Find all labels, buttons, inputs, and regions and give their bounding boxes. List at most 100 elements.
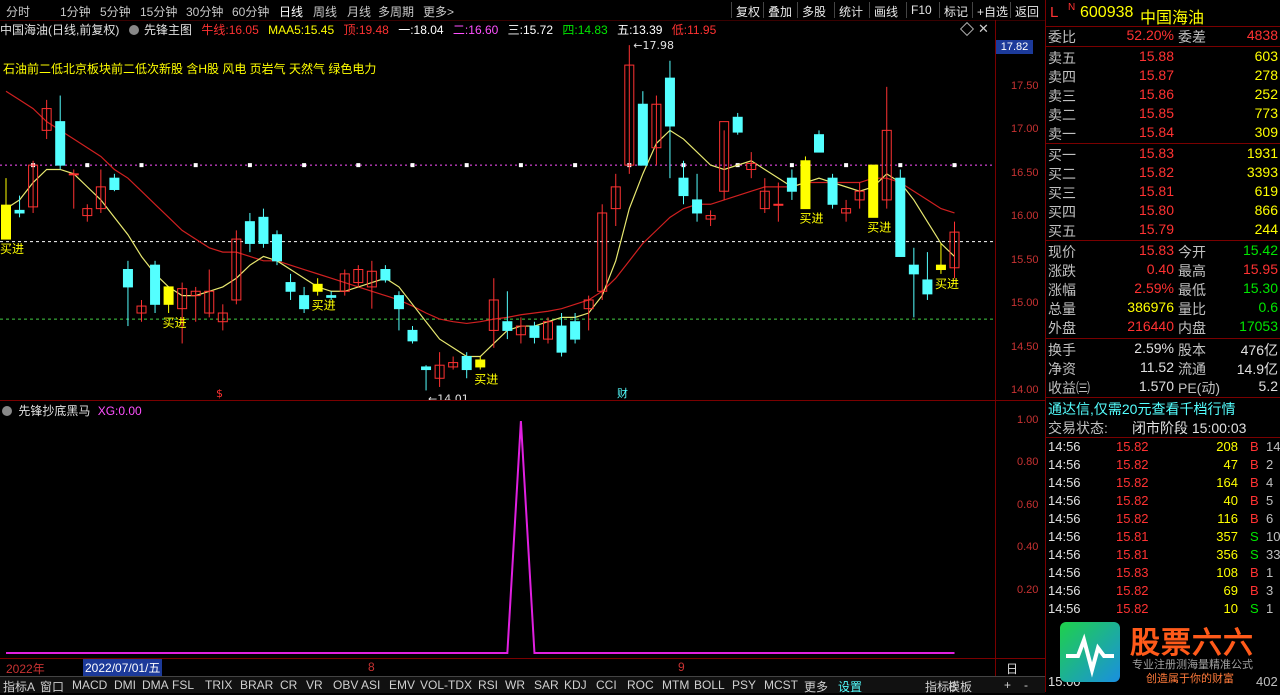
toolbar-button-8[interactable]: 返回 <box>1015 3 1039 20</box>
toolbar-button-2[interactable]: 多股 <box>802 3 826 20</box>
bottom-right-button-2[interactable]: + <box>1004 678 1011 692</box>
indicator-tab-4[interactable]: DMA <box>142 678 169 692</box>
indicator-tab-3[interactable]: DMI <box>114 678 136 692</box>
period-4[interactable]: 30分钟 <box>186 3 223 20</box>
level-marker <box>898 163 903 168</box>
period-9[interactable]: 多周期 <box>378 3 414 20</box>
indicator-tab-6[interactable]: TRIX <box>205 678 232 692</box>
candle-body <box>380 269 391 281</box>
period-6[interactable]: 日线 <box>279 3 303 20</box>
indicator-tab-8[interactable]: CR <box>280 678 297 692</box>
indicator-tab-15[interactable]: WR <box>505 678 525 692</box>
indicator-tab-7[interactable]: BRAR <box>240 678 273 692</box>
indicator-tab-12[interactable]: EMV <box>389 678 415 692</box>
tick-side: B <box>1250 511 1259 526</box>
indicator-tab-18[interactable]: CCI <box>596 678 617 692</box>
indicator-tab-14[interactable]: RSI <box>478 678 498 692</box>
promo-row[interactable]: 通达信,仅需20元查看千档行情 <box>1046 399 1280 418</box>
indicator-tab-17[interactable]: KDJ <box>564 678 587 692</box>
bottom-right-button-3[interactable]: - <box>1024 678 1028 692</box>
candle-body <box>407 329 418 342</box>
indicator-tab-22[interactable]: PSY <box>732 678 756 692</box>
ask-price: 15.87 <box>1138 67 1174 83</box>
toolbar-button-3[interactable]: 统计 <box>839 3 863 20</box>
indicator-tab-24[interactable]: 更多 <box>804 678 828 695</box>
toolbar-button-6[interactable]: 标记 <box>944 3 968 20</box>
indicator-tab-9[interactable]: VR <box>306 678 323 692</box>
stat-value-2: 476亿 <box>1240 342 1278 358</box>
toolbar-button-4[interactable]: 画线 <box>874 3 898 20</box>
close-icon[interactable]: ✕ <box>978 21 989 37</box>
dividend-marker: $ <box>216 387 223 400</box>
bid-volume: 1931 <box>1246 145 1278 161</box>
price-y-axis: 17.50 17.00 16.50 16.00 15.50 15.00 14.50 14.00 <box>995 20 1045 400</box>
indicator-tab-25[interactable]: 设置 <box>838 678 862 695</box>
candlestick-chart[interactable]: 买进买进买进买进买进买进买进←17.98←14.01$ 财 <box>0 39 995 400</box>
level3-label: 三: <box>507 23 523 37</box>
period-3[interactable]: 15分钟 <box>140 3 177 20</box>
toolbar-button-0[interactable]: 复权 <box>736 3 760 20</box>
toolbar-button-5[interactable]: F10 <box>911 3 932 17</box>
maa5-label: MAA5: <box>268 23 305 37</box>
toolbar-button-7[interactable]: +自选 <box>977 3 1008 20</box>
tick-row: 14:56 15.81 356 S 33 <box>1046 547 1280 565</box>
tick-price: 15.81 <box>1116 529 1149 544</box>
site-logo: 股票六六 专业注册测海量精准公式 创造属于你的财富 <box>1060 618 1280 692</box>
period-5[interactable]: 60分钟 <box>232 3 269 20</box>
level5-value: 13.39 <box>632 23 663 37</box>
niu-value: 16.05 <box>228 23 259 37</box>
bid-volume: 244 <box>1254 221 1278 237</box>
indicator-name[interactable]: 先锋主图 <box>144 23 192 37</box>
stat-value: 386976 <box>1127 299 1174 315</box>
indicator-toggle-icon[interactable] <box>128 25 139 35</box>
bid-row: 买一 15.83 1931 <box>1046 145 1280 164</box>
tick-count: 14 <box>1266 439 1280 454</box>
indicator-tab-2[interactable]: MACD <box>72 678 107 692</box>
bottom-right-button-1[interactable]: 模板 <box>948 678 972 695</box>
ding-label: 顶: <box>343 23 359 37</box>
stat-value-2: 15.42 <box>1242 242 1278 258</box>
period-0[interactable]: 分时 <box>6 3 30 20</box>
indicator-tab-23[interactable]: MCST <box>764 678 798 692</box>
toolbar-button-1[interactable]: 叠加 <box>768 3 792 20</box>
candle-body <box>570 321 581 340</box>
indicator-tab-5[interactable]: FSL <box>172 678 194 692</box>
separator <box>1046 397 1280 398</box>
period-1[interactable]: 1分钟 <box>60 3 91 20</box>
ask-label: 卖二 <box>1048 107 1076 123</box>
indicator-tab-10[interactable]: OBV <box>333 678 358 692</box>
level-marker <box>573 163 578 168</box>
tick-price: 15.82 <box>1116 511 1149 526</box>
candle-body <box>922 279 933 295</box>
ding-value: 19.48 <box>358 23 389 37</box>
year-label: 2022年 <box>6 662 45 676</box>
toolbar-separator <box>1010 2 1011 18</box>
indicator-tab-20[interactable]: MTM <box>662 678 689 692</box>
period-10[interactable]: 更多> <box>423 3 454 20</box>
candle-body <box>55 121 66 166</box>
indicator-tab-21[interactable]: BOLL <box>694 678 725 692</box>
ask-price: 15.88 <box>1138 48 1174 64</box>
indicator-tab-19[interactable]: ROC <box>627 678 654 692</box>
toolbar-separator <box>763 2 764 18</box>
indicator-tab-11[interactable]: ASI <box>361 678 380 692</box>
toolbar-separator <box>731 2 732 18</box>
tick-count: 5 <box>1266 493 1274 508</box>
indicator-tab-13[interactable]: VOL-TDX <box>420 678 472 692</box>
period-8[interactable]: 月线 <box>347 3 371 20</box>
period-2[interactable]: 5分钟 <box>100 3 131 20</box>
sub-indicator-chart[interactable] <box>0 401 995 658</box>
indicator-tab-1[interactable]: 窗口 <box>40 678 64 695</box>
bid-price: 15.81 <box>1138 183 1174 199</box>
bid-row: 买三 15.81 619 <box>1046 183 1280 202</box>
pane-divider[interactable] <box>0 400 1045 401</box>
indicator-tab-0[interactable]: 指标A <box>3 678 35 695</box>
buy-signal-label: 买进 <box>312 299 336 313</box>
tick-time: 14:56 <box>1048 529 1081 544</box>
separator <box>1046 46 1280 47</box>
promo-link[interactable]: 通达信,仅需20元查看千档行情 <box>1048 399 1235 419</box>
indicator-tab-16[interactable]: SAR <box>534 678 559 692</box>
stock-title[interactable]: 中国海油(日线,前复权) <box>0 23 119 37</box>
ask-volume: 309 <box>1254 124 1278 140</box>
period-7[interactable]: 周线 <box>313 3 337 20</box>
